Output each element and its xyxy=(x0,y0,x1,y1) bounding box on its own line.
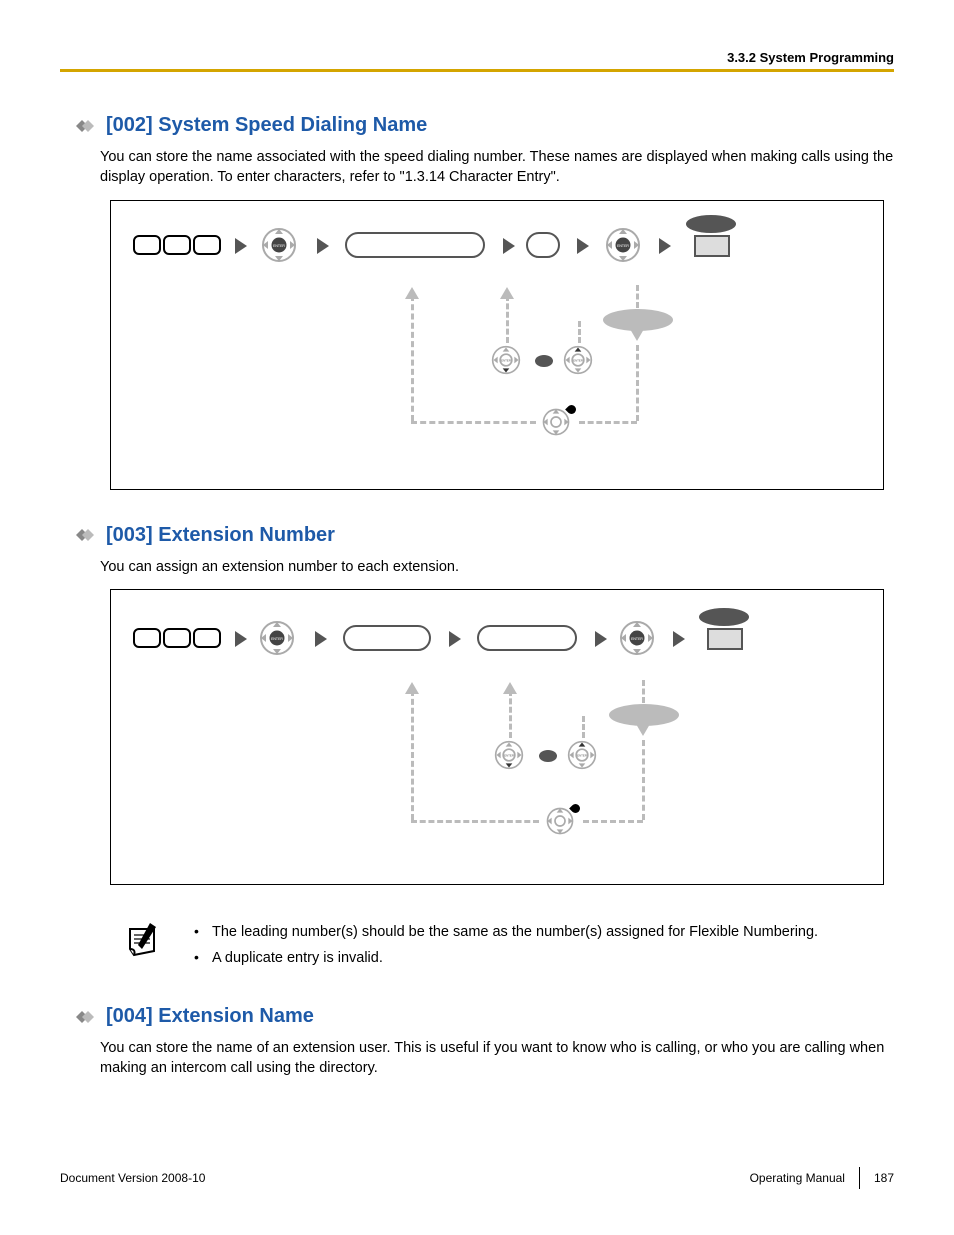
svg-text:ENTER: ENTER xyxy=(631,637,643,641)
enter-nav-icon: ENTER xyxy=(261,227,297,263)
arrow-down-icon xyxy=(630,329,644,341)
arrow-right-icon xyxy=(235,631,247,647)
arrow-down-icon xyxy=(636,724,650,736)
footer-manual-label: Operating Manual xyxy=(750,1171,845,1185)
note-icon xyxy=(120,919,164,963)
arrow-right-icon xyxy=(673,631,685,647)
input-field-icon xyxy=(526,232,560,258)
svg-text:ENTER: ENTER xyxy=(577,754,587,758)
flow-line xyxy=(642,680,645,720)
flow-line xyxy=(411,690,414,820)
digit-key-icon xyxy=(133,235,161,255)
diamond-bullet-icon xyxy=(70,117,96,135)
note-item: The leading number(s) should be the same… xyxy=(194,919,884,945)
arrow-right-icon xyxy=(659,238,671,254)
button-box-icon xyxy=(707,628,743,650)
footer-doc-version: Document Version 2008-10 xyxy=(60,1171,205,1185)
dot-icon xyxy=(539,750,557,762)
body-003: You can assign an extension number to ea… xyxy=(100,557,894,577)
arrow-up-icon xyxy=(405,682,419,694)
digit-key-icon xyxy=(193,235,221,255)
enter-nav-icon: ENTER xyxy=(605,227,641,263)
dot-icon xyxy=(535,355,553,367)
section-heading-002: [002] System Speed Dialing Name xyxy=(70,114,894,137)
svg-text:ENTER: ENTER xyxy=(617,244,629,248)
header-section-label: 3.3.2 System Programming xyxy=(60,50,894,65)
arrow-right-icon xyxy=(449,631,461,647)
flow-line xyxy=(506,295,509,343)
diagram-002: ENTER ENTER ENTER ENTER xyxy=(110,200,884,490)
input-field-icon xyxy=(343,625,431,651)
body-004: You can store the name of an extension u… xyxy=(100,1038,894,1079)
arrow-right-icon xyxy=(503,238,515,254)
flow-line xyxy=(636,345,639,421)
footer-page-number: 187 xyxy=(874,1171,894,1185)
flow-line xyxy=(579,421,637,424)
enter-nav-icon: ENTER xyxy=(259,620,295,656)
flow-line xyxy=(578,321,581,343)
page-footer: Document Version 2008-10 Operating Manua… xyxy=(60,1167,894,1189)
diamond-bullet-icon xyxy=(70,526,96,544)
digit-key-icon xyxy=(163,628,191,648)
arrow-right-icon xyxy=(577,238,589,254)
enter-nav-icon: ENTER xyxy=(619,620,655,656)
svg-text:ENTER: ENTER xyxy=(504,754,514,758)
button-oval-icon xyxy=(686,215,736,233)
arrow-up-icon xyxy=(503,682,517,694)
flow-line xyxy=(509,690,512,738)
arrow-up-icon xyxy=(500,287,514,299)
enter-nav-icon: ENTER xyxy=(494,740,524,770)
svg-text:ENTER: ENTER xyxy=(573,358,583,362)
arrow-right-icon xyxy=(235,238,247,254)
enter-nav-icon: ENTER xyxy=(567,740,597,770)
svg-text:ENTER: ENTER xyxy=(501,358,511,362)
flow-line xyxy=(582,716,585,738)
enter-nav-icon: ENTER xyxy=(491,345,521,375)
svg-text:ENTER: ENTER xyxy=(273,244,285,248)
header-divider xyxy=(60,69,894,72)
arrow-right-icon xyxy=(317,238,329,254)
arrow-right-icon xyxy=(595,631,607,647)
button-box-icon xyxy=(694,235,730,257)
note-item: A duplicate entry is invalid. xyxy=(194,945,884,971)
digit-key-icon xyxy=(163,235,191,255)
diamond-bullet-icon xyxy=(70,1008,96,1026)
flow-line xyxy=(636,285,639,325)
section-heading-003: [003] Extension Number xyxy=(70,524,894,547)
flow-line xyxy=(642,740,645,820)
footer-separator xyxy=(859,1167,860,1189)
flow-line xyxy=(411,421,536,424)
flow-line xyxy=(411,295,414,421)
heading-003-text: [003] Extension Number xyxy=(106,524,335,547)
section-heading-004: [004] Extension Name xyxy=(70,1005,894,1028)
heading-004-text: [004] Extension Name xyxy=(106,1005,314,1028)
arrow-right-icon xyxy=(315,631,327,647)
notes-list: The leading number(s) should be the same… xyxy=(194,919,884,971)
button-oval-icon xyxy=(699,608,749,626)
input-field-icon xyxy=(345,232,485,258)
notes-003: The leading number(s) should be the same… xyxy=(120,919,884,971)
flow-line xyxy=(411,820,539,823)
diagram-003: ENTER ENTER ENTER ENTER xyxy=(110,589,884,885)
heading-002-text: [002] System Speed Dialing Name xyxy=(106,114,427,137)
digit-key-icon xyxy=(193,628,221,648)
body-002: You can store the name associated with t… xyxy=(100,147,894,188)
flow-line xyxy=(583,820,643,823)
arrow-up-icon xyxy=(405,287,419,299)
digit-key-icon xyxy=(133,628,161,648)
svg-text:ENTER: ENTER xyxy=(271,637,283,641)
input-field-icon xyxy=(477,625,577,651)
enter-nav-icon: ENTER xyxy=(563,345,593,375)
